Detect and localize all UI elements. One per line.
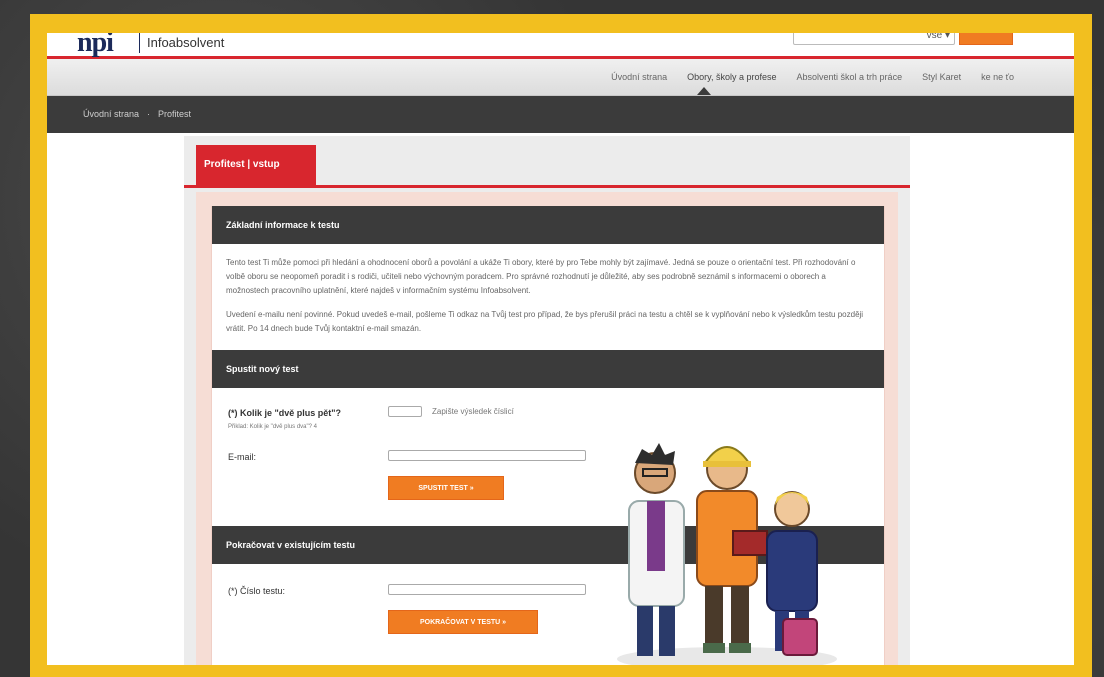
logo-subtitle: Infoabsolvent [147,35,225,50]
info-paragraph-2: Uvedení e-mailu není povinné. Pokud uved… [226,310,864,333]
email-label: E-mail: [228,452,257,462]
builder-figure [696,446,768,653]
test-number-label: (*) Číslo testu: [228,586,286,596]
nav-item-obory[interactable]: Obory, školy a profese [687,72,776,82]
doctor-figure [628,443,685,656]
nav-item-styl-karet[interactable]: Styl Karet [922,72,961,82]
active-nav-caret [697,87,711,95]
nav-item-other[interactable]: ke ne ťo [981,72,1014,82]
worker-woman-figure [766,491,818,656]
tab-strip: Profitest | vstup [184,136,910,188]
breadcrumb-home[interactable]: Úvodní strana [83,109,139,119]
npi-logo[interactable]: npi [77,33,114,59]
captcha-hint: Přiklad: Kolik je "dvě plus dva"? 4 [228,424,317,430]
search-button[interactable] [959,33,1013,45]
section-header-info: Základní informace k testu [212,206,884,244]
captcha-input[interactable] [388,406,422,417]
nav-item-absolventi[interactable]: Absolventi škol a trh práce [797,72,903,82]
section-header-new-test: Spustit nový test [212,350,884,388]
browser-screen: npi Infoabsolvent vše ▾ Úvodní strana Ob… [47,33,1074,665]
test-number-field[interactable] [388,584,586,595]
captcha-instruction: Zapište výsledek číslicí [432,407,514,416]
workers-illustration [617,443,837,665]
continue-test-button[interactable]: POKRAČOVAT V TESTU » [388,610,538,634]
captcha-label: (*) Kolik je "dvě plus pět"? [228,408,342,418]
breadcrumb: Úvodní strana · Profitest [47,96,1074,133]
nav-item-home[interactable]: Úvodní strana [611,72,667,82]
header: npi Infoabsolvent vše ▾ [47,33,1074,59]
info-paragraph-1: Tento test Ti může pomoci při hledání a … [226,258,856,295]
tab-profitest[interactable]: Profitest | vstup [196,145,316,185]
main-nav: Úvodní strana Obory, školy a profese Abs… [47,59,1074,96]
logo-divider [139,33,140,53]
email-field[interactable] [388,450,586,461]
breadcrumb-separator: · [147,109,151,119]
search-scope-select[interactable]: vše ▾ [927,33,950,41]
start-test-button[interactable]: SPUSTIT TEST » [388,476,504,500]
search-input[interactable]: vše ▾ [793,33,955,45]
breadcrumb-current: Profitest [158,109,192,119]
